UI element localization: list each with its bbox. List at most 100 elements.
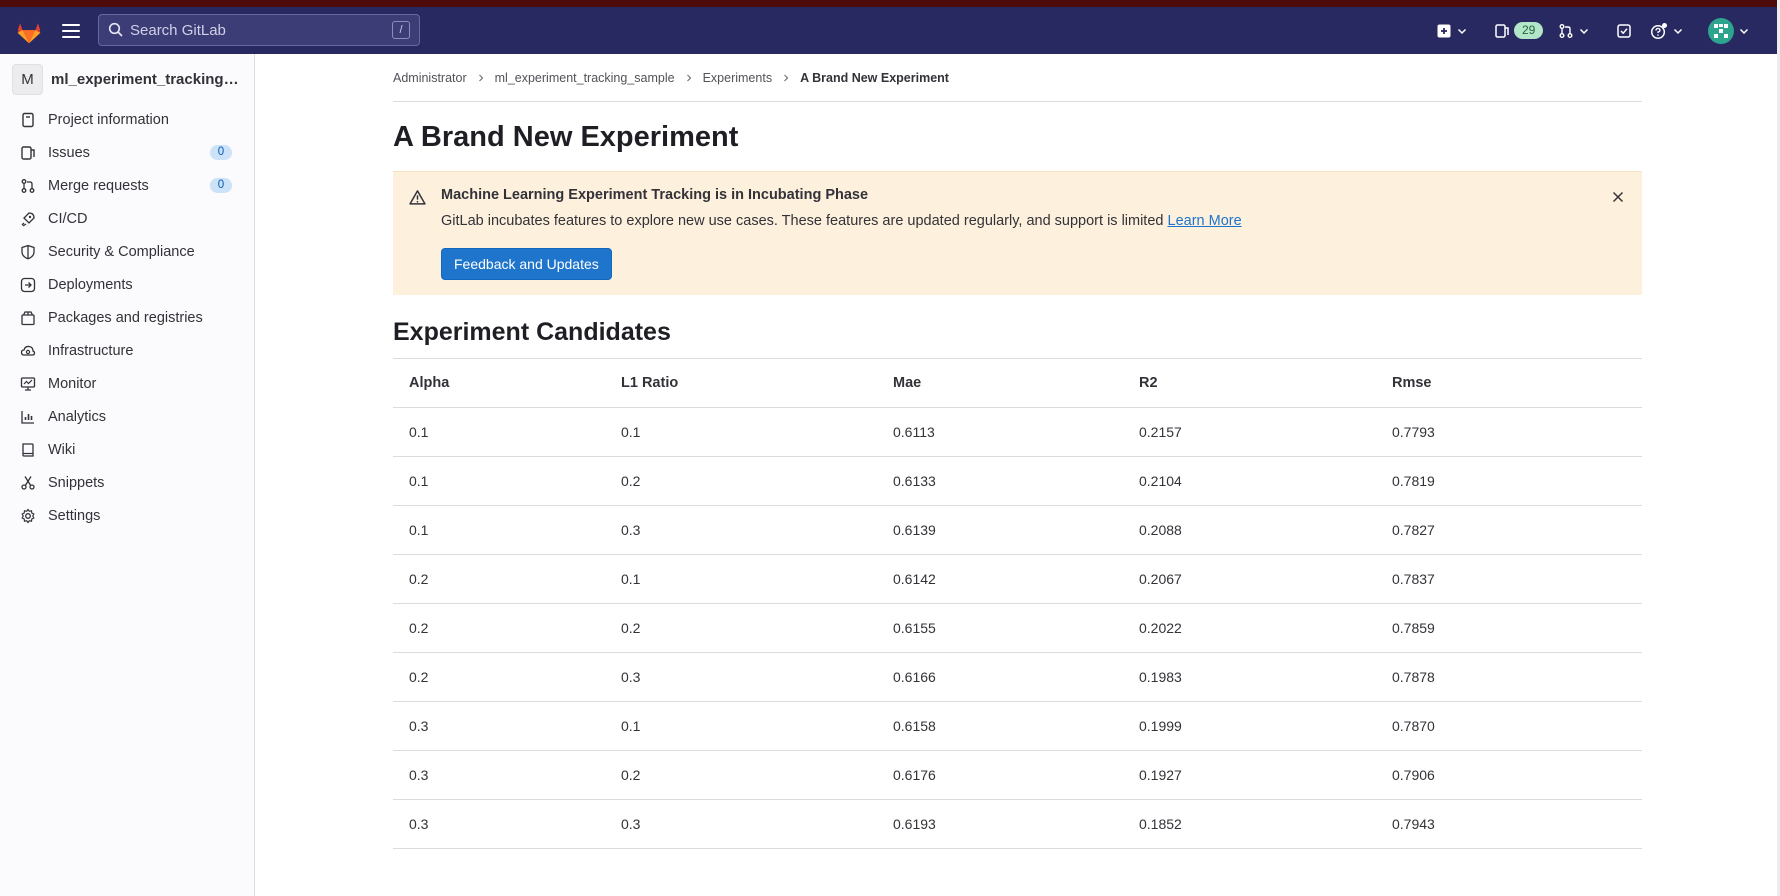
todos-button[interactable] bbox=[1612, 7, 1636, 54]
sidebar-item-security-compliance[interactable]: Security & Compliance bbox=[0, 235, 254, 268]
sidebar-item-deployments[interactable]: Deployments bbox=[0, 268, 254, 301]
column-header-rmse: Rmse bbox=[1392, 358, 1642, 408]
plus-square-icon bbox=[1437, 24, 1451, 37]
cell-mae: 0.6166 bbox=[893, 652, 1139, 702]
package-icon bbox=[21, 310, 35, 325]
help-menu[interactable] bbox=[1646, 7, 1688, 54]
cell-l1-ratio: 0.2 bbox=[621, 456, 893, 506]
cell-mae: 0.6133 bbox=[893, 456, 1139, 506]
sidebar-menu: Project information Issues 0 Merge reque… bbox=[0, 103, 254, 532]
merge-requests-menu[interactable] bbox=[1554, 7, 1594, 54]
menu-toggle-button[interactable] bbox=[62, 20, 84, 42]
table-header-row: Alpha L1 Ratio Mae R2 Rmse bbox=[393, 358, 1642, 408]
cell-r2: 0.1927 bbox=[1139, 750, 1392, 800]
breadcrumb-current-experiment[interactable]: A Brand New Experiment bbox=[800, 71, 949, 85]
sidebar-item-monitor[interactable]: Monitor bbox=[0, 367, 254, 400]
sidebar-item-infrastructure[interactable]: Infrastructure bbox=[0, 334, 254, 367]
cell-rmse: 0.7878 bbox=[1392, 652, 1642, 702]
project-sidebar: M ml_experiment_tracking_sample Project … bbox=[0, 54, 255, 896]
cell-r2: 0.2022 bbox=[1139, 603, 1392, 653]
sidebar-item-merge-requests[interactable]: Merge requests 0 bbox=[0, 169, 254, 202]
breadcrumb-experiments[interactable]: Experiments bbox=[703, 71, 772, 85]
deployments-icon bbox=[20, 277, 36, 292]
cell-r2: 0.2088 bbox=[1139, 505, 1392, 555]
todo-check-icon bbox=[1617, 23, 1631, 38]
gitlab-logo-icon[interactable] bbox=[14, 16, 44, 46]
help-icon bbox=[1650, 22, 1667, 39]
sidebar-item-label: Deployments bbox=[48, 276, 133, 293]
main-content: Administrator ml_experiment_tracking_sam… bbox=[393, 54, 1642, 849]
sidebar-item-settings[interactable]: Settings bbox=[0, 499, 254, 532]
sidebar-item-project-information[interactable]: Project information bbox=[0, 103, 254, 136]
breadcrumb-administrator[interactable]: Administrator bbox=[393, 71, 467, 85]
monitor-icon bbox=[20, 376, 36, 391]
shield-icon bbox=[21, 244, 35, 259]
assigned-issues-button[interactable]: 29 bbox=[1490, 7, 1547, 54]
cell-rmse: 0.7859 bbox=[1392, 603, 1642, 653]
chevron-right-icon bbox=[686, 74, 691, 81]
alert-body: GitLab incubates features to explore new… bbox=[441, 213, 1242, 229]
sidebar-item-packages-registries[interactable]: Packages and registries bbox=[0, 301, 254, 334]
sidebar-item-wiki[interactable]: Wiki bbox=[0, 433, 254, 466]
cell-alpha: 0.1 bbox=[393, 407, 621, 457]
cell-mae: 0.6193 bbox=[893, 799, 1139, 849]
search-box[interactable]: / bbox=[98, 14, 420, 46]
sidebar-item-label: Snippets bbox=[48, 474, 105, 491]
page-title: A Brand New Experiment bbox=[393, 121, 739, 153]
column-header-r2: R2 bbox=[1139, 358, 1392, 408]
chevron-down-icon bbox=[1739, 28, 1749, 34]
alert-title: Machine Learning Experiment Tracking is … bbox=[441, 187, 869, 203]
cell-r2: 0.2104 bbox=[1139, 456, 1392, 506]
table-row: 0.3 0.1 0.6158 0.1999 0.7870 bbox=[393, 701, 1642, 751]
sidebar-project-header[interactable]: M ml_experiment_tracking_sample bbox=[0, 57, 254, 101]
top-stripe bbox=[0, 0, 1780, 7]
cell-alpha: 0.3 bbox=[393, 799, 621, 849]
cell-alpha: 0.2 bbox=[393, 603, 621, 653]
sidebar-item-analytics[interactable]: Analytics bbox=[0, 400, 254, 433]
cell-r2: 0.1852 bbox=[1139, 799, 1392, 849]
learn-more-link[interactable]: Learn More bbox=[1168, 213, 1242, 229]
column-header-l1-ratio: L1 Ratio bbox=[621, 358, 893, 408]
candidates-table: Alpha L1 Ratio Mae R2 Rmse 0.1 0.1 0.611… bbox=[393, 358, 1642, 849]
sidebar-item-label: Infrastructure bbox=[48, 342, 134, 359]
table-row: 0.1 0.3 0.6139 0.2088 0.7827 bbox=[393, 505, 1642, 555]
breadcrumb-project[interactable]: ml_experiment_tracking_sample bbox=[495, 71, 675, 85]
project-name: ml_experiment_tracking_sample bbox=[51, 70, 241, 88]
issues-icon bbox=[21, 145, 35, 160]
cell-alpha: 0.3 bbox=[393, 750, 621, 800]
cell-l1-ratio: 0.1 bbox=[621, 554, 893, 604]
cell-r2: 0.2067 bbox=[1139, 554, 1392, 604]
chevron-down-icon bbox=[1457, 28, 1467, 34]
chevron-down-icon bbox=[1673, 28, 1683, 34]
table-row: 0.1 0.1 0.6113 0.2157 0.7793 bbox=[393, 407, 1642, 457]
chart-icon bbox=[21, 410, 34, 424]
sidebar-item-ci-cd[interactable]: CI/CD bbox=[0, 202, 254, 235]
cell-mae: 0.6142 bbox=[893, 554, 1139, 604]
create-new-menu[interactable] bbox=[1432, 7, 1472, 54]
cell-rmse: 0.7906 bbox=[1392, 750, 1642, 800]
sidebar-item-label: Settings bbox=[48, 507, 101, 524]
user-menu[interactable] bbox=[1704, 7, 1754, 54]
sidebar-item-snippets[interactable]: Snippets bbox=[0, 466, 254, 499]
cell-rmse: 0.7819 bbox=[1392, 456, 1642, 506]
sidebar-item-issues[interactable]: Issues 0 bbox=[0, 136, 254, 169]
cell-alpha: 0.1 bbox=[393, 456, 621, 506]
search-input[interactable] bbox=[130, 21, 392, 39]
cell-l1-ratio: 0.1 bbox=[621, 701, 893, 751]
feedback-and-updates-button[interactable]: Feedback and Updates bbox=[441, 248, 612, 280]
cell-rmse: 0.7827 bbox=[1392, 505, 1642, 555]
cell-alpha: 0.1 bbox=[393, 505, 621, 555]
incubation-alert: Machine Learning Experiment Tracking is … bbox=[393, 171, 1642, 295]
sidebar-item-label: CI/CD bbox=[48, 210, 88, 227]
cell-rmse: 0.7943 bbox=[1392, 799, 1642, 849]
sidebar-item-label: Merge requests bbox=[48, 177, 149, 194]
sidebar-item-label: Packages and registries bbox=[48, 309, 203, 326]
cell-alpha: 0.2 bbox=[393, 554, 621, 604]
sidebar-item-label: Project information bbox=[48, 111, 169, 128]
breadcrumb: Administrator ml_experiment_tracking_sam… bbox=[393, 54, 1642, 102]
merge-requests-count-badge: 0 bbox=[210, 178, 232, 193]
merge-request-icon bbox=[21, 178, 35, 193]
close-icon[interactable] bbox=[1610, 189, 1626, 205]
chevron-right-icon bbox=[478, 74, 483, 81]
chevron-down-icon bbox=[1579, 28, 1589, 34]
